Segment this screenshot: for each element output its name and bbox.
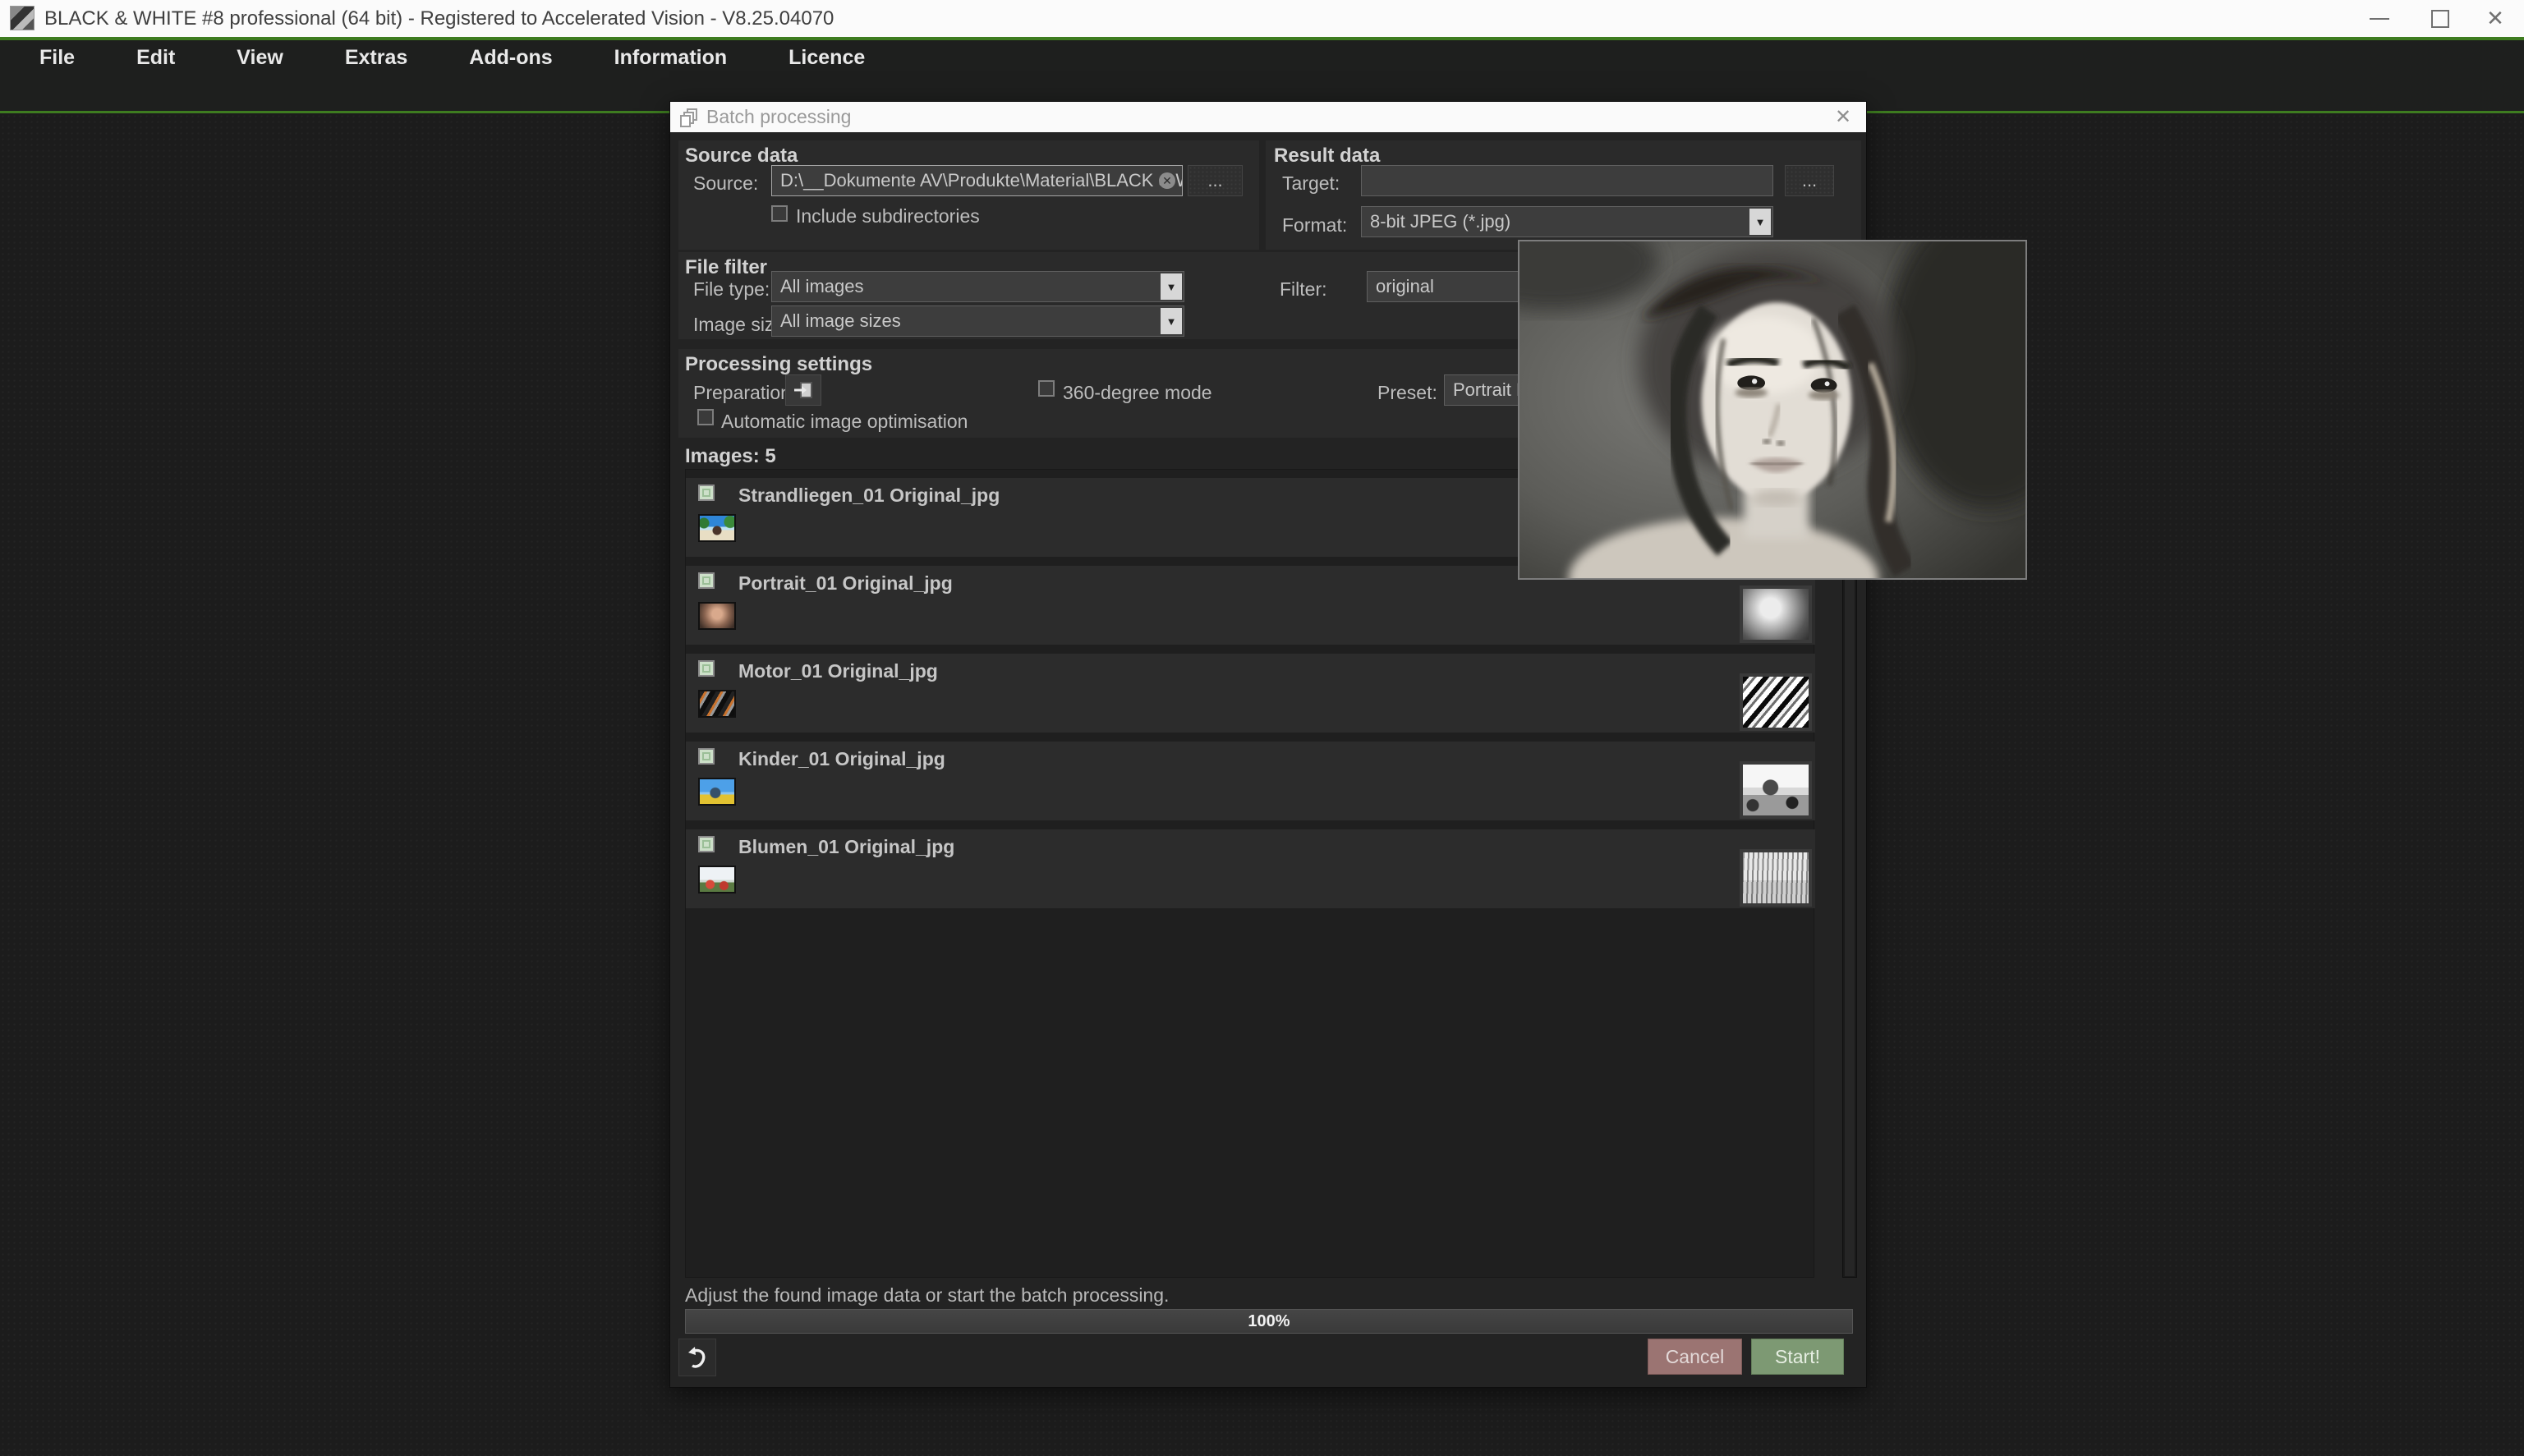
source-data-heading: Source data bbox=[685, 145, 798, 168]
format-label: Format: bbox=[1282, 214, 1347, 237]
undo-icon bbox=[685, 1345, 710, 1370]
result-thumbnail-frame bbox=[1740, 586, 1812, 643]
minimize-button[interactable] bbox=[2351, 0, 2408, 37]
result-data-heading: Result data bbox=[1274, 145, 1380, 168]
menu-item-add-ons[interactable]: Add-ons bbox=[469, 46, 552, 70]
auto-optimisation-checkbox[interactable] bbox=[697, 409, 714, 425]
menu-item-information[interactable]: Information bbox=[614, 46, 728, 70]
window-title: BLACK & WHITE #8 professional (64 bit) -… bbox=[44, 7, 834, 30]
menu-item-edit[interactable]: Edit bbox=[136, 46, 175, 70]
result-preview-image bbox=[1518, 240, 2027, 580]
result-thumbnail-frame bbox=[1740, 673, 1812, 731]
include-subdirectories-checkbox[interactable] bbox=[771, 205, 788, 222]
preparation-label: Preparation: bbox=[693, 382, 796, 404]
result-thumbnail bbox=[1743, 589, 1809, 640]
maximize-icon bbox=[2431, 10, 2449, 28]
format-dropdown[interactable]: 8-bit JPEG (*.jpg) ▼ bbox=[1361, 206, 1773, 237]
menu-bar: File Edit View Extras Add-ons Information Lice… bbox=[0, 40, 2524, 75]
dialog-close-button[interactable]: ✕ bbox=[1825, 102, 1861, 132]
menu-item-licence[interactable]: Licence bbox=[788, 46, 865, 70]
format-dropdown-arrow-icon[interactable]: ▼ bbox=[1749, 209, 1771, 235]
image-list: Strandliegen_01 Original_jpg Portrait_01… bbox=[685, 469, 1814, 1278]
source-path-value: D:\__Dokumente AV\Produkte\Material\BLAC… bbox=[780, 170, 1183, 191]
image-size-value: All image sizes bbox=[780, 310, 901, 332]
images-count-heading: Images: 5 bbox=[685, 445, 776, 468]
image-row-checkbox[interactable] bbox=[698, 836, 715, 852]
360-degree-mode-label: 360-degree mode bbox=[1063, 382, 1212, 404]
minimize-icon bbox=[2370, 18, 2389, 20]
scrollbar-thumb[interactable] bbox=[1845, 471, 1855, 1276]
file-type-value: All images bbox=[780, 276, 863, 297]
result-thumbnail bbox=[1743, 677, 1809, 728]
source-thumbnail bbox=[698, 514, 736, 542]
image-row-checkbox[interactable] bbox=[698, 660, 715, 677]
menu-item-extras[interactable]: Extras bbox=[345, 46, 407, 70]
image-list-row[interactable]: Kinder_01 Original_jpg bbox=[686, 742, 1815, 820]
image-list-scrollbar[interactable] bbox=[1842, 469, 1857, 1278]
status-text: Adjust the found image data or start the… bbox=[685, 1284, 1169, 1307]
close-icon: ✕ bbox=[2486, 6, 2504, 31]
image-list-row[interactable]: Blumen_01 Original_jpg bbox=[686, 829, 1815, 908]
image-row-label: Portrait_01 Original_jpg bbox=[738, 572, 953, 595]
360-degree-mode-checkbox[interactable] bbox=[1038, 380, 1055, 397]
auto-optimisation-label: Automatic image optimisation bbox=[721, 411, 968, 433]
app-icon bbox=[10, 6, 34, 30]
browse-source-button[interactable]: ... bbox=[1188, 165, 1243, 196]
target-field[interactable] bbox=[1361, 165, 1773, 196]
source-thumbnail bbox=[698, 778, 736, 806]
start-button[interactable]: Start! bbox=[1751, 1339, 1844, 1375]
os-titlebar: BLACK & WHITE #8 professional (64 bit) -… bbox=[0, 0, 2524, 37]
image-row-checkbox[interactable] bbox=[698, 485, 715, 501]
cancel-button[interactable]: Cancel bbox=[1648, 1339, 1742, 1375]
file-type-dropdown[interactable]: All images ▼ bbox=[771, 271, 1184, 302]
bw-portrait-preview bbox=[1519, 241, 2025, 578]
maximize-button[interactable] bbox=[2411, 0, 2469, 37]
image-size-dropdown[interactable]: All image sizes ▼ bbox=[771, 305, 1184, 337]
source-thumbnail bbox=[698, 690, 736, 718]
source-thumbnail bbox=[698, 602, 736, 630]
image-row-label: Blumen_01 Original_jpg bbox=[738, 836, 954, 858]
progress-bar: 100% bbox=[685, 1309, 1853, 1334]
file-type-label: File type: bbox=[693, 278, 770, 301]
include-subdirectories-label: Include subdirectories bbox=[796, 205, 980, 227]
progress-label: 100% bbox=[686, 1312, 1852, 1331]
browse-target-button[interactable]: ... bbox=[1785, 165, 1834, 196]
processing-settings-heading: Processing settings bbox=[685, 353, 872, 376]
image-size-dropdown-arrow-icon[interactable]: ▼ bbox=[1161, 308, 1182, 334]
source-path-field[interactable]: D:\__Dokumente AV\Produkte\Material\BLAC… bbox=[771, 165, 1183, 196]
preparation-button[interactable] bbox=[785, 374, 821, 406]
result-thumbnail bbox=[1743, 765, 1809, 815]
image-row-label: Motor_01 Original_jpg bbox=[738, 660, 938, 682]
filter-label: Filter: bbox=[1280, 278, 1327, 301]
undo-button[interactable] bbox=[678, 1339, 716, 1376]
image-row-label: Strandliegen_01 Original_jpg bbox=[738, 485, 1000, 507]
source-label: Source: bbox=[693, 172, 758, 195]
image-row-checkbox[interactable] bbox=[698, 748, 715, 765]
dialog-close-icon: ✕ bbox=[1835, 105, 1851, 129]
result-thumbnail-frame bbox=[1740, 849, 1812, 907]
image-row-label: Kinder_01 Original_jpg bbox=[738, 748, 945, 770]
dialog-titlebar[interactable]: Batch processing ✕ bbox=[670, 102, 1866, 132]
batch-dialog-icon bbox=[680, 108, 698, 127]
dialog-title: Batch processing bbox=[706, 106, 851, 128]
format-value: 8-bit JPEG (*.jpg) bbox=[1370, 211, 1510, 232]
result-thumbnail bbox=[1743, 852, 1809, 903]
preparation-icon bbox=[793, 380, 814, 400]
source-thumbnail bbox=[698, 866, 736, 893]
file-filter-heading: File filter bbox=[685, 256, 767, 279]
filter-value: original bbox=[1376, 276, 1434, 297]
image-row-checkbox[interactable] bbox=[698, 572, 715, 589]
clear-source-icon[interactable]: ✕ bbox=[1159, 172, 1175, 189]
preset-label: Preset: bbox=[1377, 382, 1437, 404]
close-window-button[interactable]: ✕ bbox=[2467, 0, 2524, 37]
target-label: Target: bbox=[1282, 172, 1340, 195]
result-thumbnail-frame bbox=[1740, 761, 1812, 819]
image-list-row[interactable]: Motor_01 Original_jpg bbox=[686, 654, 1815, 733]
file-type-dropdown-arrow-icon[interactable]: ▼ bbox=[1161, 273, 1182, 300]
menu-item-file[interactable]: File bbox=[39, 46, 75, 70]
menu-item-view[interactable]: View bbox=[237, 46, 283, 70]
